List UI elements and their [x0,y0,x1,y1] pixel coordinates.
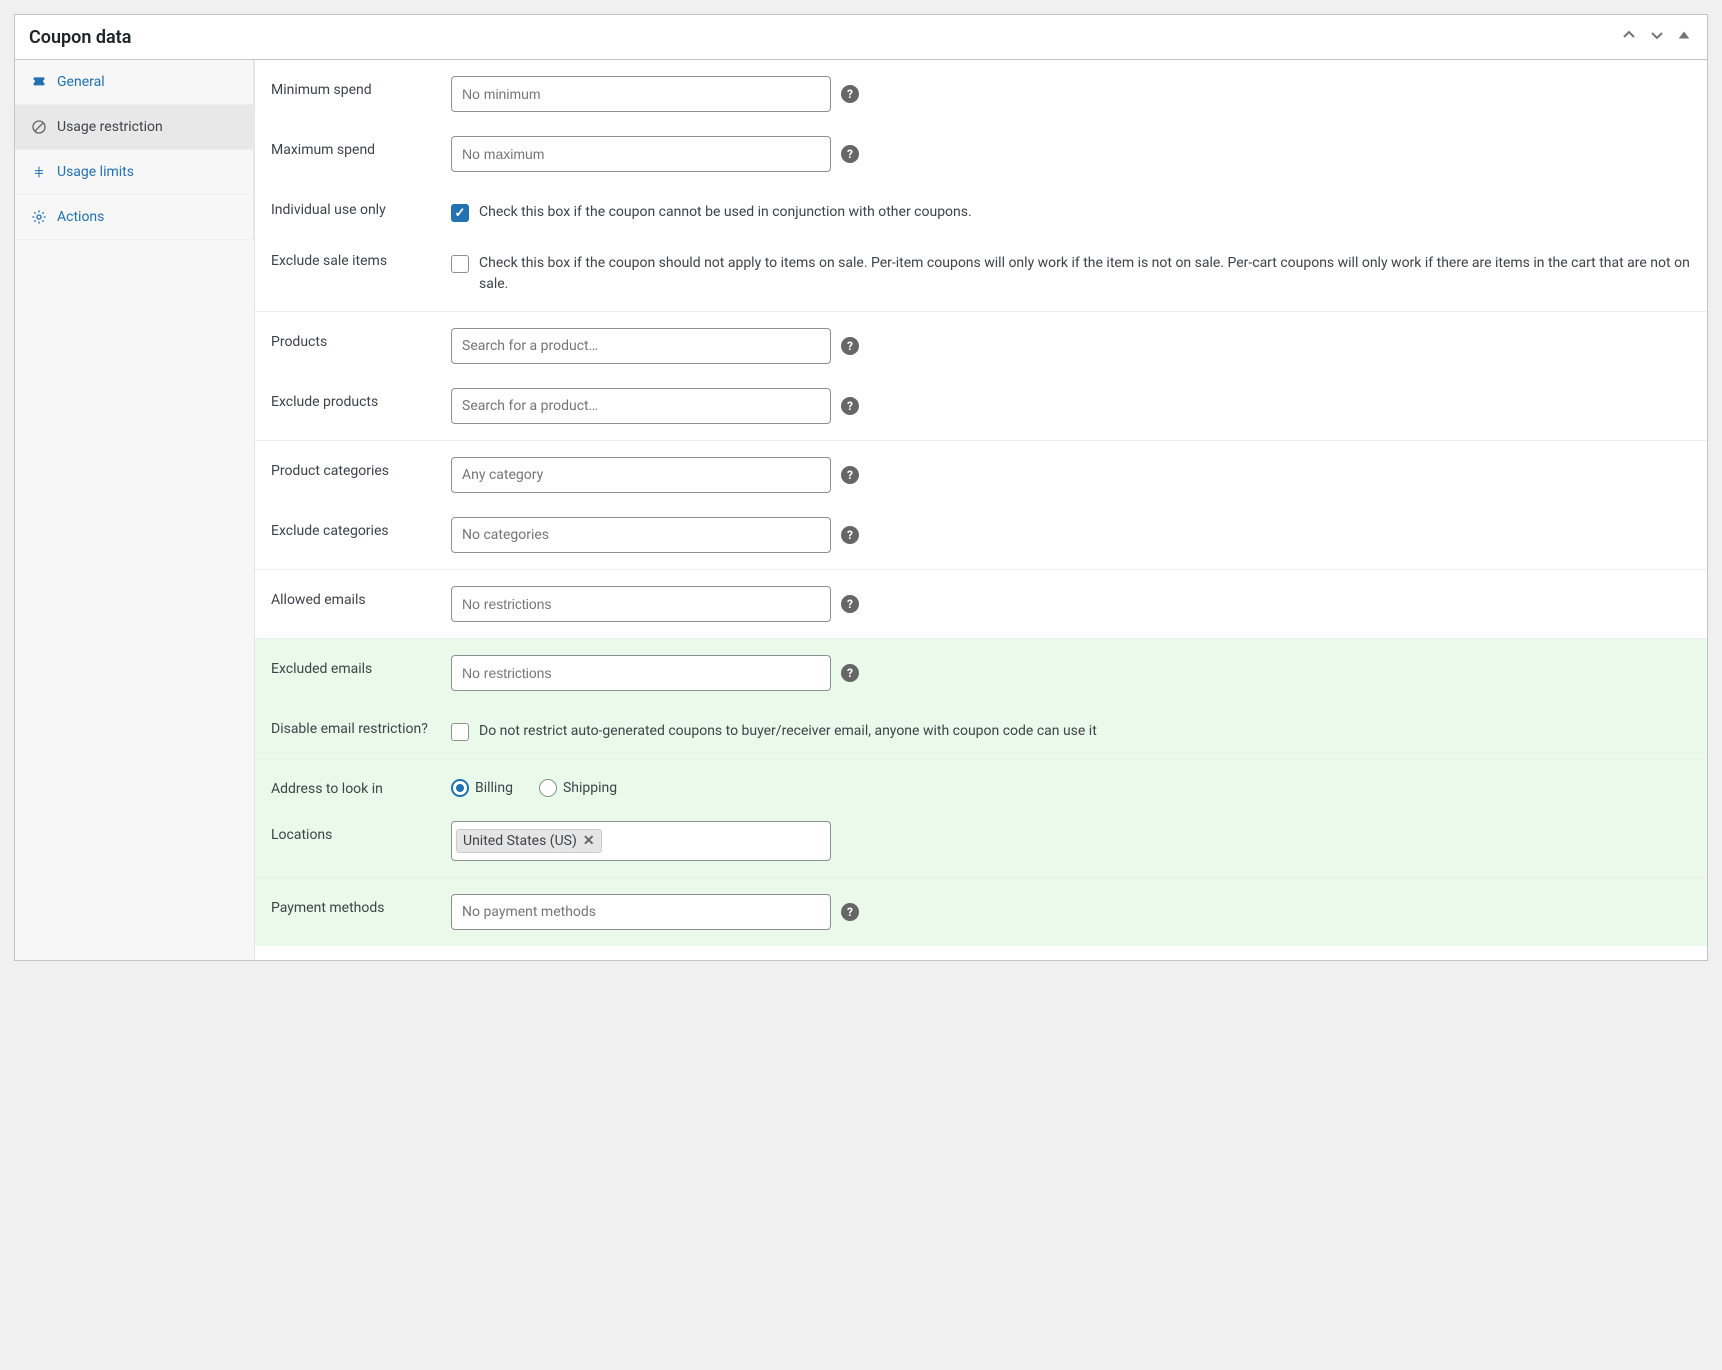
tabs-sidebar: General Usage restriction Usage limits A… [15,60,255,960]
limits-icon [31,164,47,180]
tab-usage-limits[interactable]: Usage limits [15,150,254,195]
label-individual-use: Individual use only [271,196,441,218]
tab-label: Usage limits [57,164,134,180]
excluded-emails-input[interactable] [451,655,831,691]
payment-methods-input[interactable]: No payment methods [451,894,831,930]
section-address-locations: Address to look in Billing Shipping Loca [255,759,1707,878]
panel-body: General Usage restriction Usage limits A… [15,60,1707,960]
radio-billing[interactable] [451,779,469,797]
help-icon[interactable]: ? [841,85,859,103]
exclude-products-input[interactable]: Search for a product… [451,388,831,424]
help-icon[interactable]: ? [841,903,859,921]
radio-option-shipping[interactable]: Shipping [539,779,617,797]
label-exclude-products: Exclude products [271,388,441,410]
section-spend: Minimum spend ? Maximum spend ? Individu… [255,60,1707,312]
panel-toggle-icon[interactable] [1675,26,1693,48]
label-maximum-spend: Maximum spend [271,136,441,158]
section-allowed-emails: Allowed emails ? [255,570,1707,639]
locations-input[interactable]: United States (US) ✕ [451,821,831,861]
section-products: Products Search for a product… ? Exclude… [255,312,1707,441]
product-categories-input[interactable]: Any category [451,457,831,493]
panel-header-controls [1619,25,1693,49]
label-payment-methods: Payment methods [271,894,441,916]
panel-move-up-icon[interactable] [1619,25,1639,49]
label-disable-email-restriction: Disable email restriction? [271,715,441,737]
products-input[interactable]: Search for a product… [451,328,831,364]
label-allowed-emails: Allowed emails [271,586,441,608]
section-payment-methods: Payment methods No payment methods ? [255,878,1707,946]
section-categories: Product categories Any category ? Exclud… [255,441,1707,570]
label-address-look-in: Address to look in [271,775,441,797]
disable-email-restriction-description: Do not restrict auto-generated coupons t… [479,721,1691,742]
gear-icon [31,209,47,225]
exclude-categories-input[interactable]: No categories [451,517,831,553]
location-tag: United States (US) ✕ [456,829,602,853]
location-tag-label: United States (US) [463,833,577,849]
help-icon[interactable]: ? [841,145,859,163]
address-radio-group: Billing Shipping [451,775,617,797]
maximum-spend-input[interactable] [451,136,831,172]
help-icon[interactable]: ? [841,466,859,484]
tab-label: Usage restriction [57,119,163,135]
tab-label: Actions [57,209,104,225]
section-excluded-emails: Excluded emails ? Disable email restrict… [255,639,1707,759]
tab-general[interactable]: General [15,60,254,105]
radio-option-billing[interactable]: Billing [451,779,513,797]
content-area: Minimum spend ? Maximum spend ? Individu… [255,60,1707,960]
help-icon[interactable]: ? [841,664,859,682]
coupon-data-panel: Coupon data General Usage restriction Us… [14,14,1708,961]
label-product-categories: Product categories [271,457,441,479]
panel-move-down-icon[interactable] [1647,25,1667,49]
label-exclude-sale: Exclude sale items [271,247,441,269]
individual-use-description: Check this box if the coupon cannot be u… [479,202,1691,223]
label-locations: Locations [271,821,441,843]
help-icon[interactable]: ? [841,337,859,355]
tab-actions[interactable]: Actions [15,195,254,240]
label-exclude-categories: Exclude categories [271,517,441,539]
minimum-spend-input[interactable] [451,76,831,112]
allowed-emails-input[interactable] [451,586,831,622]
restriction-icon [31,119,47,135]
ticket-icon [31,74,47,90]
panel-header: Coupon data [15,15,1707,60]
help-icon[interactable]: ? [841,397,859,415]
exclude-sale-description: Check this box if the coupon should not … [479,253,1691,295]
remove-tag-icon[interactable]: ✕ [583,833,595,849]
label-products: Products [271,328,441,350]
label-excluded-emails: Excluded emails [271,655,441,677]
tab-label: General [57,74,105,90]
help-icon[interactable]: ? [841,526,859,544]
disable-email-restriction-checkbox[interactable] [451,723,469,741]
radio-shipping[interactable] [539,779,557,797]
panel-title: Coupon data [29,27,131,48]
individual-use-checkbox[interactable] [451,204,469,222]
radio-billing-label: Billing [475,780,513,796]
tab-usage-restriction[interactable]: Usage restriction [15,105,254,150]
exclude-sale-checkbox[interactable] [451,255,469,273]
help-icon[interactable]: ? [841,595,859,613]
label-minimum-spend: Minimum spend [271,76,441,98]
radio-shipping-label: Shipping [563,780,617,796]
